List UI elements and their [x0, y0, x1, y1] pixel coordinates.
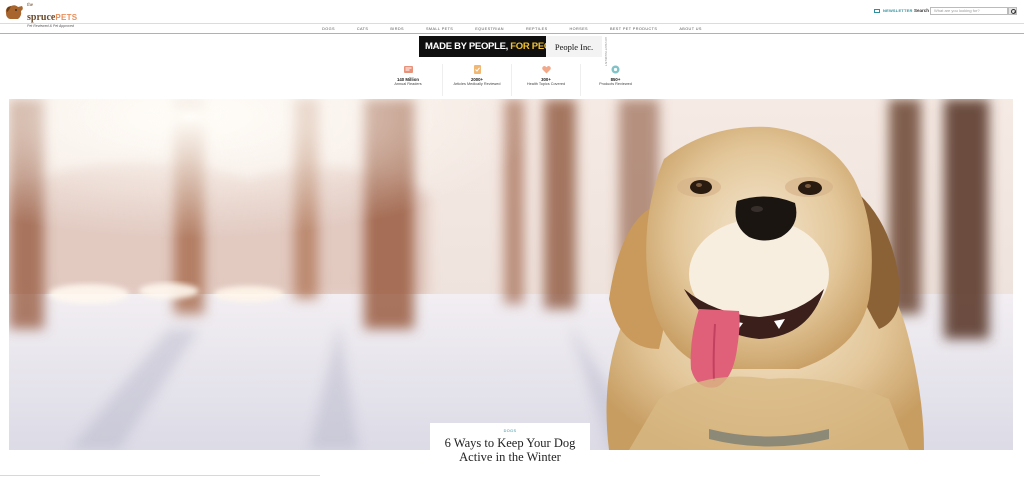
- stat-label: Articles Medically Reviewed: [453, 82, 501, 86]
- ad-headline-part1: MADE BY PEOPLE,: [425, 41, 508, 52]
- envelope-icon: [874, 8, 880, 13]
- nav-item-birds[interactable]: BIRDS: [390, 27, 404, 31]
- golden-retriever-photo: [9, 99, 1013, 450]
- health-topics-icon: [541, 65, 551, 74]
- site-header: the sprucePETS Pet Reviewed & Pet Approv…: [0, 0, 1024, 28]
- nav-item-dogs[interactable]: DOGS: [322, 27, 335, 31]
- ad-brand: People Inc.: [546, 36, 602, 57]
- hero-article-card[interactable]: DOGS 6 Ways to Keep Your Dog Active in t…: [430, 423, 590, 477]
- stat-label: Products Reviewed: [599, 82, 632, 86]
- logo-the: the: [27, 3, 34, 8]
- medical-review-icon: [473, 65, 481, 74]
- products-icon: [611, 65, 620, 74]
- article-title[interactable]: 6 Ways to Keep Your Dog Active in the Wi…: [430, 436, 590, 464]
- article-category[interactable]: DOGS: [430, 429, 590, 433]
- nav-item-cats[interactable]: CATS: [357, 27, 368, 31]
- search-input[interactable]: What are you looking for?: [930, 7, 1008, 15]
- nav-item-equestrian[interactable]: EQUESTRIAN: [475, 27, 504, 31]
- ad-label: ADVERTISEMENT: [604, 37, 608, 67]
- stats-bar: 140 Million Annual Readers 2000+ Article…: [374, 64, 650, 96]
- nav-item-reptiles[interactable]: REPTILES: [526, 27, 548, 31]
- nav-item-horses[interactable]: HORSES: [570, 27, 588, 31]
- stat-label: Health Topics Covered: [526, 82, 566, 86]
- stat-health-topics: 300+ Health Topics Covered: [512, 64, 581, 96]
- nav-item-best-pet-products[interactable]: BEST PET PRODUCTS: [610, 27, 657, 31]
- readers-icon: [403, 66, 413, 73]
- stat-label: Annual Readers: [394, 82, 422, 86]
- stat-products-reviewed: 850+ Products Reviewed: [581, 64, 650, 96]
- site-logo[interactable]: the sprucePETS Pet Reviewed & Pet Approv…: [3, 3, 83, 28]
- search-label: Search: [914, 8, 930, 13]
- stat-medically-reviewed: 2000+ Articles Medically Reviewed: [443, 64, 512, 96]
- nav-divider: [0, 33, 1024, 34]
- hero-image[interactable]: [9, 99, 1013, 450]
- logo-accent: PETS: [55, 13, 78, 22]
- logo-name: spruce: [27, 12, 56, 23]
- section-divider: [0, 475, 320, 476]
- dog-logo-icon: [5, 5, 23, 19]
- newsletter-link[interactable]: NEWSLETTER: [874, 8, 913, 13]
- nav-item-small-pets[interactable]: SMALL PETS: [426, 27, 453, 31]
- logo-wordmark: sprucePETS: [27, 12, 77, 23]
- ad-banner[interactable]: MADE BY PEOPLE, FOR PEOPLE. People Inc.: [419, 36, 602, 57]
- search-icon[interactable]: [1008, 7, 1017, 15]
- nav-item-about-us[interactable]: ABOUT US: [679, 27, 702, 31]
- newsletter-label: NEWSLETTER: [883, 8, 913, 13]
- stat-readers: 140 Million Annual Readers: [374, 64, 443, 96]
- main-nav: DOGS CATS BIRDS SMALL PETS EQUESTRIAN RE…: [0, 24, 1024, 33]
